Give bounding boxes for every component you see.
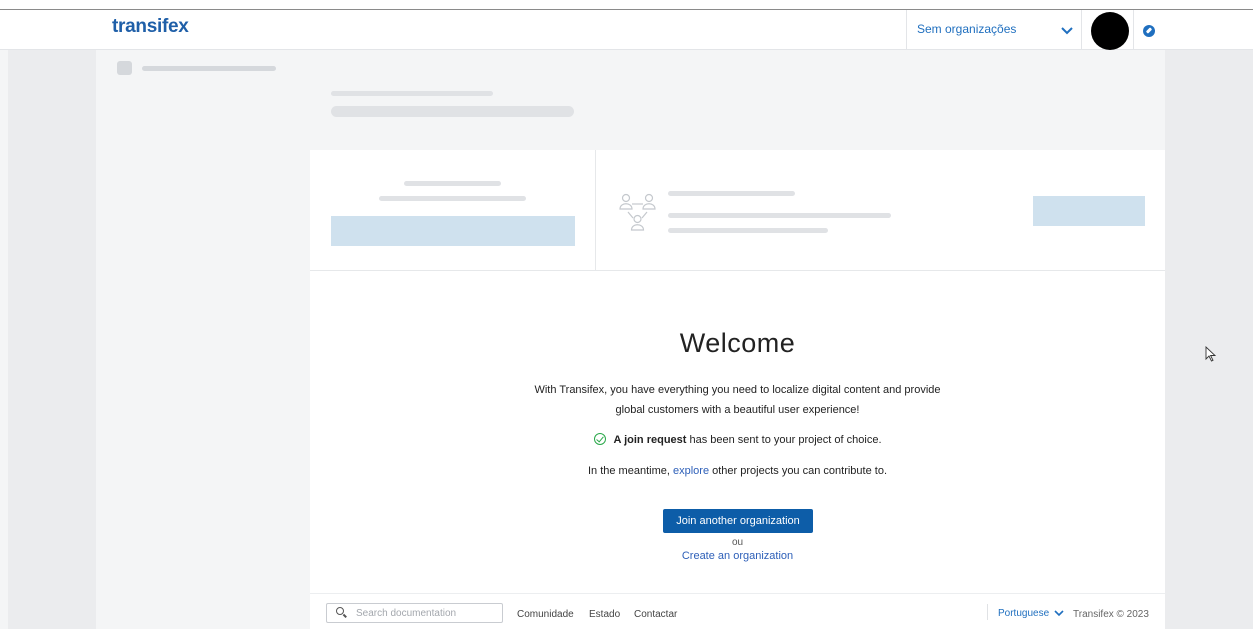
left-gutter <box>8 50 96 629</box>
skeleton-button <box>1033 196 1145 226</box>
chevron-down-icon[interactable] <box>1059 22 1075 38</box>
search-icon <box>336 607 344 615</box>
header-divider <box>1133 10 1134 50</box>
sidebar-skeleton <box>96 50 310 629</box>
join-another-organization-button[interactable]: Join another organization <box>663 509 813 533</box>
skeleton-cards <box>310 150 1165 271</box>
main-content: Welcome With Transifex, you have everyth… <box>310 50 1165 629</box>
skeleton-line <box>668 191 795 196</box>
create-organization-link[interactable]: Create an organization <box>682 550 793 562</box>
skeleton-line <box>668 213 891 218</box>
check-circle-icon <box>593 433 606 445</box>
card-divider <box>595 150 596 271</box>
explore-link[interactable]: explore <box>673 465 709 477</box>
description-line: With Transifex, you have everything you … <box>534 384 941 396</box>
footer-divider <box>987 604 988 620</box>
footer-link-contact[interactable]: Contactar <box>634 609 677 620</box>
browser-top-strip <box>0 0 1253 10</box>
top-header: transifex Sem organizações <box>0 10 1253 50</box>
mouse-cursor-icon <box>1205 346 1217 362</box>
user-avatar[interactable] <box>1091 12 1129 50</box>
skeleton-line <box>404 181 501 186</box>
transifex-logo[interactable]: transifex <box>112 16 189 38</box>
skeleton-line <box>331 91 493 96</box>
compass-icon[interactable] <box>1143 25 1155 37</box>
skeleton-button <box>331 216 575 246</box>
join-request-message: A join request has been sent to your pro… <box>310 433 1165 446</box>
welcome-description: With Transifex, you have everything you … <box>310 380 1165 420</box>
chevron-down-icon[interactable] <box>1053 607 1065 619</box>
header-divider <box>906 10 907 50</box>
meantime-suffix: other projects you can contribute to. <box>709 465 887 477</box>
org-selector[interactable]: Sem organizações <box>917 22 1016 36</box>
title-skeleton-area <box>310 50 1165 150</box>
footer: Comunidade Estado Contactar Portuguese T… <box>310 593 1165 629</box>
sidebar-skeleton-bar <box>142 66 276 71</box>
documentation-search[interactable] <box>326 603 503 623</box>
sidebar-skeleton-icon <box>117 61 132 75</box>
join-request-bold: A join request <box>613 434 687 446</box>
welcome-title: Welcome <box>679 328 796 358</box>
description-line: global customers with a beautiful user e… <box>615 404 860 416</box>
meantime-prefix: In the meantime, <box>587 465 673 477</box>
join-request-text: has been sent to your project of choice. <box>686 434 882 446</box>
skeleton-line <box>668 228 828 233</box>
copyright-text: Transifex © 2023 <box>1073 609 1149 620</box>
or-separator: ou <box>731 537 744 548</box>
skeleton-line <box>331 106 574 117</box>
skeleton-line <box>379 196 526 201</box>
people-network-icon <box>619 193 656 231</box>
meantime-message: In the meantime, explore other projects … <box>310 465 1165 477</box>
right-gutter <box>1165 50 1253 629</box>
search-input[interactable] <box>356 605 496 621</box>
create-organization-row: Create an organization <box>310 550 1165 562</box>
footer-link-status[interactable]: Estado <box>589 609 620 620</box>
header-divider <box>1081 10 1082 50</box>
footer-link-community[interactable]: Comunidade <box>517 609 574 620</box>
language-selector[interactable]: Portuguese <box>998 608 1049 619</box>
